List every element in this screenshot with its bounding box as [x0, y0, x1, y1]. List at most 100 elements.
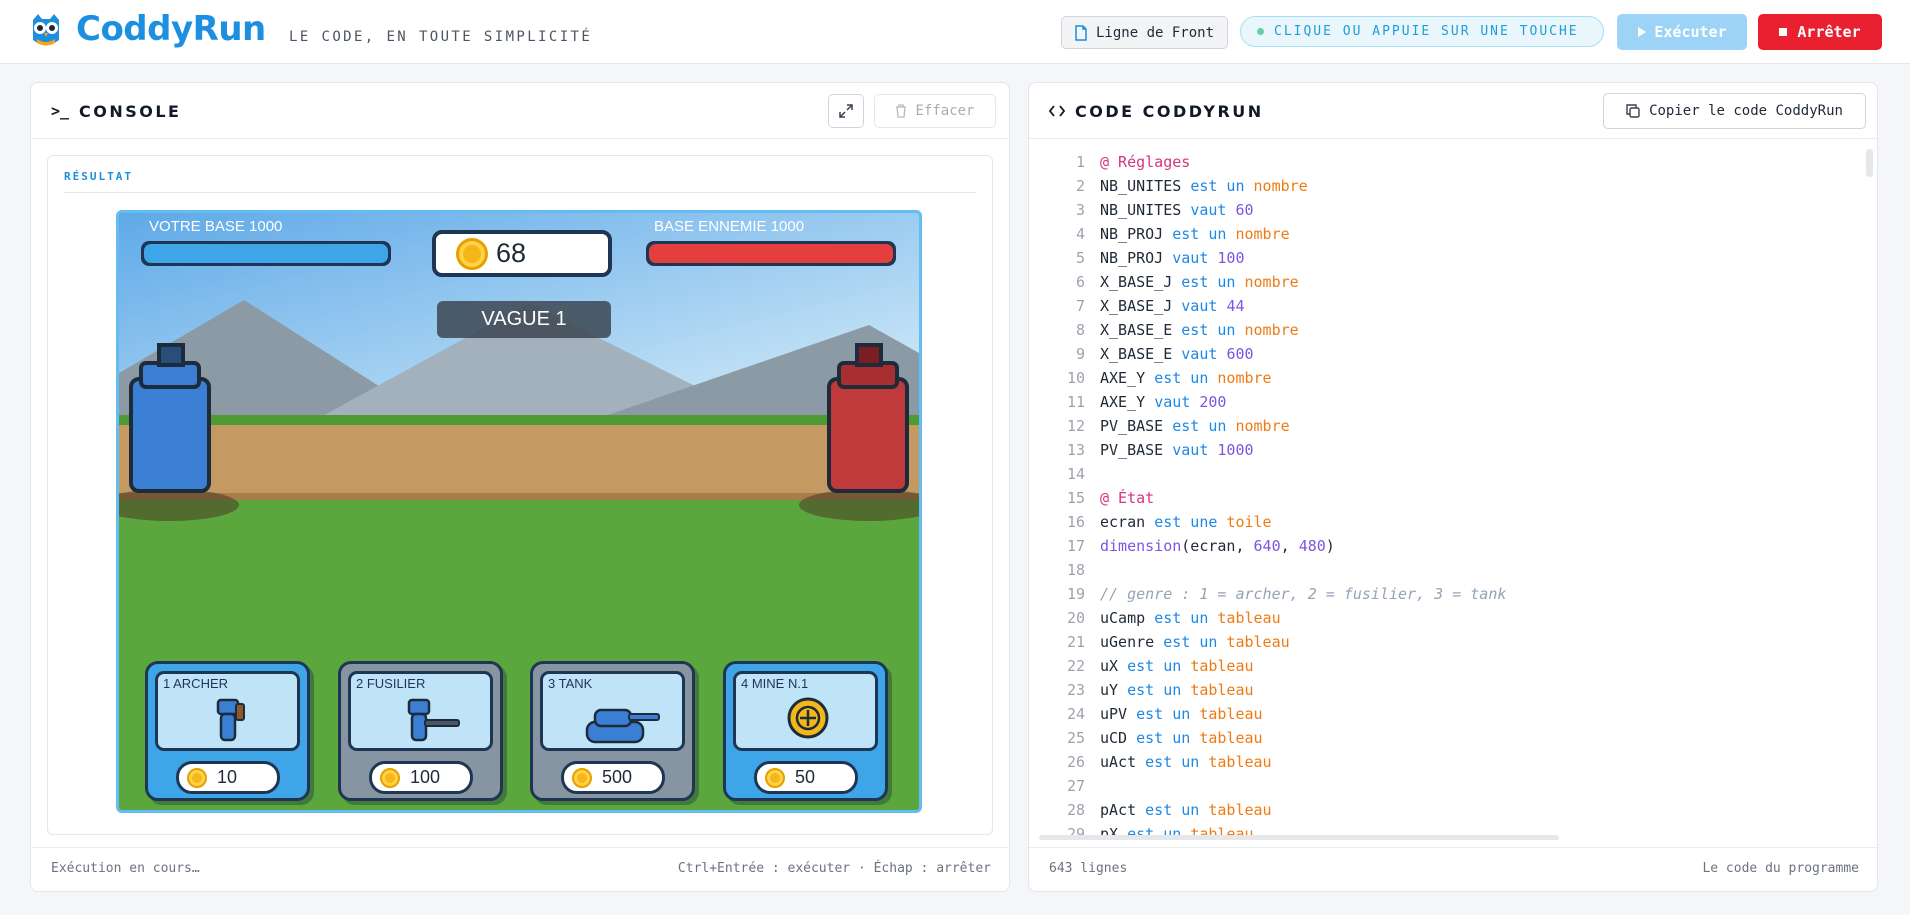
code-token: 100: [1217, 249, 1245, 267]
code-token: @ Réglages: [1100, 153, 1191, 171]
unit-card-price: 500: [561, 761, 665, 794]
unit-card-fusilier[interactable]: 2 FUSILIER 100: [338, 661, 503, 801]
code-token: ,: [1280, 537, 1299, 555]
code-line[interactable]: 10 AXE_Y est un nombre: [1029, 366, 1849, 390]
code-line[interactable]: 1 @ Réglages: [1029, 150, 1849, 174]
code-token: uPV: [1100, 705, 1137, 723]
code-line-content: X_BASE_J vaut 44: [1100, 294, 1245, 318]
horizontal-scrollbar[interactable]: [1039, 835, 1559, 840]
line-number: 21: [1066, 633, 1085, 651]
line-number: 14: [1066, 465, 1085, 483]
code-token: pAct: [1100, 801, 1146, 819]
line-number: 3: [1075, 201, 1085, 219]
code-line[interactable]: 23 uY est un tableau: [1029, 678, 1849, 702]
code-line[interactable]: 8 X_BASE_E est un nombre: [1029, 318, 1849, 342]
documentation-button[interactable]: Ligne de Front: [1061, 16, 1228, 49]
code-line[interactable]: 13 PV_BASE vaut 1000: [1029, 438, 1849, 462]
expand-icon: [839, 104, 853, 118]
line-number: 11: [1066, 393, 1085, 411]
code-line-content: uGenre est un tableau: [1100, 630, 1290, 654]
copy-code-button[interactable]: Copier le code CoddyRun: [1603, 93, 1866, 129]
code-line[interactable]: 29 pX est un tableau: [1029, 822, 1849, 835]
run-status: Exécution en cours…: [51, 861, 200, 876]
code-token: est un: [1127, 825, 1191, 835]
line-number: 15: [1066, 489, 1085, 507]
code-footer: 643 lignes Le code du programme: [1029, 847, 1877, 891]
unit-card-tank[interactable]: 3 TANK 500: [530, 661, 695, 801]
code-line-content: pAct est un tableau: [1100, 798, 1272, 822]
clear-button[interactable]: Effacer: [874, 94, 996, 128]
code-line[interactable]: 11 AXE_Y vaut 200: [1029, 390, 1849, 414]
line-number: 6: [1075, 273, 1085, 291]
code-token: tableau: [1190, 657, 1254, 675]
result-box: RÉSULTAT VOTRE BASE 1000 BASE ENNEMIE 10…: [47, 155, 993, 835]
game-canvas[interactable]: VOTRE BASE 1000 BASE ENNEMIE 1000 68 VAG…: [116, 210, 922, 813]
code-line[interactable]: 7 X_BASE_J vaut 44: [1029, 294, 1849, 318]
code-line[interactable]: 28 pAct est un tableau: [1029, 798, 1849, 822]
vertical-scrollbar[interactable]: [1866, 143, 1873, 833]
code-token: AXE_Y: [1100, 369, 1155, 387]
console-panel: >_ CONSOLE Effacer RÉSULTAT VOTRE BASE 1…: [30, 82, 1010, 892]
code-token: pX: [1100, 825, 1128, 835]
line-number: 1: [1075, 153, 1085, 171]
code-line[interactable]: 22 uX est un tableau: [1029, 654, 1849, 678]
line-number: 9: [1075, 345, 1085, 363]
line-number: 18: [1066, 561, 1085, 579]
owl-logo-icon: [33, 14, 59, 46]
code-line-content: ecran est une toile: [1100, 510, 1272, 534]
code-line[interactable]: 21 uGenre est un tableau: [1029, 630, 1849, 654]
line-number: 22: [1066, 657, 1085, 675]
code-line[interactable]: 5 NB_PROJ vaut 100: [1029, 246, 1849, 270]
code-line[interactable]: 12 PV_BASE est un nombre: [1029, 414, 1849, 438]
line-number: 2: [1075, 177, 1085, 195]
enemy-hp-fill: [649, 244, 893, 263]
code-footer-caption: Le code du programme: [1702, 861, 1859, 876]
code-line[interactable]: 2 NB_UNITES est un nombre: [1029, 174, 1849, 198]
code-line[interactable]: 4 NB_PROJ est un nombre: [1029, 222, 1849, 246]
unit-card-archer[interactable]: 1 ARCHER 10: [145, 661, 310, 801]
code-line[interactable]: 3 NB_UNITES vaut 60: [1029, 198, 1849, 222]
unit-card-preview: 3 TANK: [540, 671, 685, 751]
stop-button[interactable]: Arrêter: [1758, 14, 1882, 50]
player-base-label: VOTRE BASE 1000: [149, 218, 283, 235]
grass-strip: [119, 415, 919, 425]
expand-button[interactable]: [828, 94, 864, 128]
code-token: tableau: [1190, 825, 1254, 835]
code-line-content: uCamp est un tableau: [1100, 606, 1281, 630]
code-token: tableau: [1208, 753, 1272, 771]
code-line[interactable]: 19 // genre : 1 = archer, 2 = fusilier, 3…: [1029, 582, 1849, 606]
unit-card-preview: 4 MINE N.1: [733, 671, 878, 751]
code-line[interactable]: 25 uCD est un tableau: [1029, 726, 1849, 750]
code-line[interactable]: 15 @ État: [1029, 486, 1849, 510]
code-line[interactable]: 6 X_BASE_J est un nombre: [1029, 270, 1849, 294]
line-number: 12: [1066, 417, 1085, 435]
archer-icon: [216, 698, 245, 742]
code-token: uCamp: [1100, 609, 1155, 627]
code-line[interactable]: 27: [1029, 774, 1849, 798]
run-button[interactable]: Exécuter: [1617, 14, 1747, 50]
code-token: toile: [1226, 513, 1272, 531]
code-line-content: PV_BASE est un nombre: [1100, 414, 1290, 438]
coin-counter: 68: [432, 230, 612, 277]
code-line[interactable]: 24 uPV est un tableau: [1029, 702, 1849, 726]
clear-button-label: Effacer: [915, 103, 975, 119]
code-line[interactable]: 17 dimension(ecran, 640, 480): [1029, 534, 1849, 558]
code-line[interactable]: 20 uCamp est un tableau: [1029, 606, 1849, 630]
line-number: 13: [1066, 441, 1085, 459]
scrollbar-thumb[interactable]: [1866, 149, 1873, 177]
code-line[interactable]: 26 uAct est un tableau: [1029, 750, 1849, 774]
code-line[interactable]: 9 X_BASE_E vaut 600: [1029, 342, 1849, 366]
unit-card-mine[interactable]: 4 MINE N.1 50: [723, 661, 888, 801]
line-number: 19: [1066, 585, 1085, 603]
code-line[interactable]: 16 ecran est une toile: [1029, 510, 1849, 534]
code-line-content: NB_PROJ vaut 100: [1100, 246, 1245, 270]
code-editor[interactable]: 1 @ Réglages 2 NB_UNITES est un nombre 3 NB_U…: [1029, 140, 1877, 835]
code-token: @ État: [1100, 489, 1155, 507]
code-token: est un: [1145, 801, 1209, 819]
road: [119, 425, 919, 500]
code-line[interactable]: 18: [1029, 558, 1849, 582]
code-token: uX: [1100, 657, 1128, 675]
code-line-content: pX est un tableau: [1100, 822, 1254, 835]
code-line[interactable]: 14: [1029, 462, 1849, 486]
code-token: PV_BASE: [1100, 417, 1173, 435]
